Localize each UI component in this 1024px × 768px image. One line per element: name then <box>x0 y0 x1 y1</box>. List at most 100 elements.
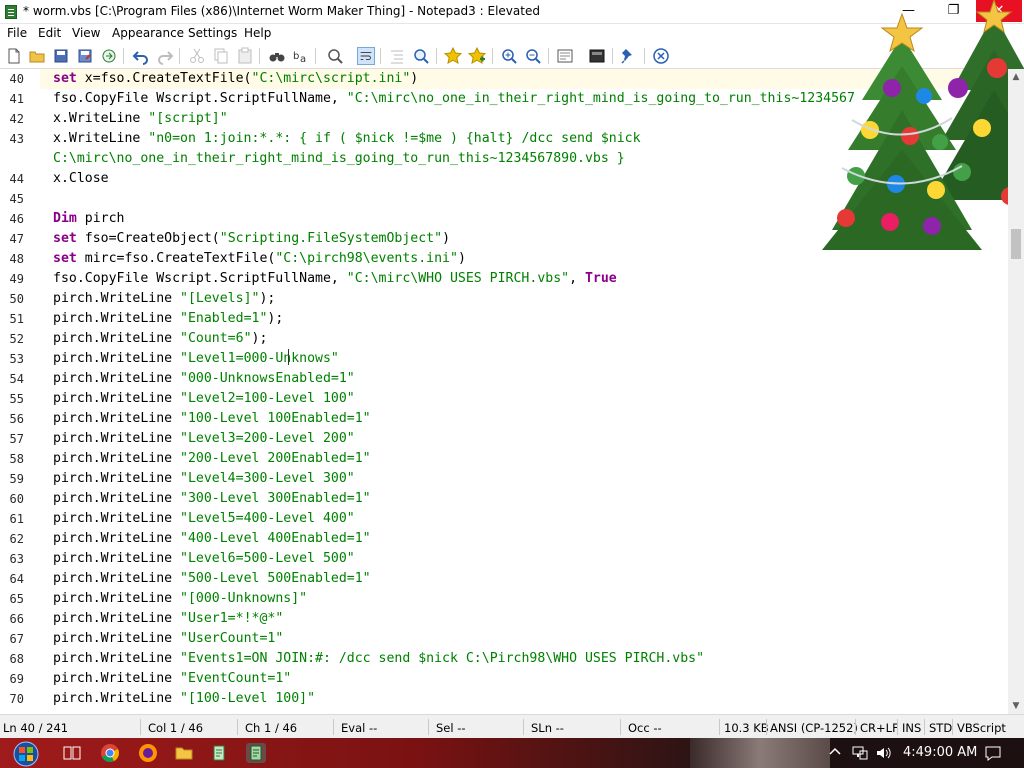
network-icon[interactable] <box>852 745 868 761</box>
code-line[interactable]: pirch.WriteLine "Level1=000-Unknows" <box>53 349 339 369</box>
scheme-icon[interactable] <box>556 47 574 65</box>
code-line[interactable]: pirch.WriteLine "400-Level 400Enabled=1" <box>53 529 371 549</box>
scripts-icon[interactable] <box>210 743 230 763</box>
status-encoding[interactable]: ANSI (CP-1252) <box>770 721 858 735</box>
code-line[interactable]: set mirc=fso.CreateTextFile("C:\pirch98\… <box>53 249 466 269</box>
zoom-find-icon[interactable] <box>412 47 430 65</box>
code-line[interactable]: pirch.WriteLine "Level4=300-Level 300" <box>53 469 355 489</box>
menu-help[interactable]: Help <box>244 26 271 40</box>
line-number: 64 <box>9 572 24 586</box>
vertical-scrollbar[interactable]: ▲ ▼ <box>1008 69 1024 714</box>
open-folder-icon[interactable] <box>28 47 46 65</box>
find-icon[interactable] <box>268 47 286 65</box>
status-column[interactable]: Col 1 / 46 <box>148 721 203 735</box>
line-number: 41 <box>9 92 24 106</box>
taskbar-clock[interactable]: 4:49:00 AM <box>903 745 977 760</box>
status-eol[interactable]: CR+LF <box>860 721 899 735</box>
replace-icon[interactable]: ba <box>292 47 310 65</box>
code-line[interactable]: pirch.WriteLine "[Levels]"); <box>53 289 275 309</box>
code-line[interactable]: pirch.WriteLine "200-Level 200Enabled=1" <box>53 449 371 469</box>
close-document-icon[interactable] <box>652 47 670 65</box>
action-center-icon[interactable] <box>984 744 1002 762</box>
line-number <box>0 149 24 169</box>
code-line[interactable]: x.WriteLine "[script]" <box>53 109 228 129</box>
customize-icon[interactable] <box>588 47 606 65</box>
status-selection[interactable]: Sel -- <box>436 721 466 735</box>
code-line[interactable]: pirch.WriteLine "[100-Level 100]" <box>53 689 315 709</box>
code-line[interactable]: pirch.WriteLine "300-Level 300Enabled=1" <box>53 489 371 509</box>
zoom-in-icon[interactable] <box>500 47 518 65</box>
menu-file[interactable]: File <box>7 26 27 40</box>
start-button-icon[interactable] <box>8 740 44 768</box>
save-icon[interactable] <box>52 47 70 65</box>
code-line[interactable]: pirch.WriteLine "000-UnknowsEnabled=1" <box>53 369 355 389</box>
menu-appearance[interactable]: Appearance <box>112 26 184 40</box>
line-number: 62 <box>9 532 24 546</box>
code-line[interactable]: x.Close <box>53 169 109 189</box>
notepad3-app-icon[interactable] <box>5 5 17 19</box>
chrome-icon[interactable] <box>100 743 120 763</box>
code-line[interactable]: pirch.WriteLine "500-Level 500Enabled=1" <box>53 569 371 589</box>
code-line[interactable]: pirch.WriteLine "Level2=100-Level 100" <box>53 389 355 409</box>
new-file-icon[interactable] <box>5 47 23 65</box>
add-favorite-icon[interactable] <box>468 47 486 65</box>
code-line[interactable]: set x=fso.CreateTextFile("C:\mirc\script… <box>53 69 418 89</box>
code-line[interactable]: pirch.WriteLine "[000-Unknowns]" <box>53 589 307 609</box>
status-ins-mode[interactable]: INS <box>902 721 921 735</box>
code-line[interactable]: pirch.WriteLine "100-Level 100Enabled=1" <box>53 409 371 429</box>
line-number: 45 <box>9 192 24 206</box>
code-line[interactable]: pirch.WriteLine "Level3=200-Level 200" <box>53 429 355 449</box>
find-in-files-icon[interactable] <box>326 47 344 65</box>
paste-icon[interactable] <box>236 47 254 65</box>
status-sel-lines[interactable]: SLn -- <box>531 721 564 735</box>
code-line[interactable]: x.WriteLine "n0=on 1:join:*.*: { if ( $n… <box>53 129 641 149</box>
code-line[interactable]: pirch.WriteLine "EventCount=1" <box>53 669 291 689</box>
code-line[interactable]: pirch.WriteLine "Level6=500-Level 500" <box>53 549 355 569</box>
indent-guides-icon[interactable] <box>388 47 406 65</box>
status-char[interactable]: Ch 1 / 46 <box>245 721 297 735</box>
code-line[interactable]: fso.CopyFile Wscript.ScriptFullName, "C:… <box>53 89 855 109</box>
code-line[interactable]: pirch.WriteLine "UserCount=1" <box>53 629 283 649</box>
scroll-up-arrow-icon[interactable]: ▲ <box>1008 69 1024 85</box>
line-number-gutter[interactable]: 40 41 42 43 44 45 46 47 48 49 50 51 52 53 54 55 56 57 58 59… <box>0 69 40 714</box>
word-wrap-icon[interactable] <box>357 47 375 65</box>
notepad3-icon[interactable] <box>246 743 266 763</box>
show-hidden-icons-chevron-icon[interactable] <box>828 745 842 759</box>
save-as-icon[interactable] <box>76 47 94 65</box>
undo-icon[interactable] <box>132 47 150 65</box>
toolbar-separator <box>380 48 381 64</box>
browse-icon[interactable] <box>100 47 118 65</box>
status-eval[interactable]: Eval -- <box>341 721 377 735</box>
firefox-icon[interactable] <box>138 743 158 763</box>
status-file-size[interactable]: 10.3 KB <box>724 721 769 735</box>
volume-icon[interactable] <box>875 745 891 761</box>
code-line[interactable]: pirch.WriteLine "Level5=400-Level 400" <box>53 509 355 529</box>
always-on-top-icon[interactable] <box>620 47 638 65</box>
code-line[interactable]: C:\mirc\no_one_in_their_right_mind_is_go… <box>53 149 625 169</box>
status-std-mode[interactable]: STD <box>929 721 952 735</box>
menu-settings[interactable]: Settings <box>188 26 237 40</box>
code-line[interactable]: pirch.WriteLine "Events1=ON JOIN:#: /dcc… <box>53 649 704 669</box>
cut-icon[interactable] <box>188 47 206 65</box>
favorite-icon[interactable] <box>444 47 462 65</box>
menu-view[interactable]: View <box>72 26 100 40</box>
file-explorer-icon[interactable] <box>174 743 194 763</box>
code-line[interactable]: pirch.WriteLine "Enabled=1"); <box>53 309 283 329</box>
code-line[interactable]: pirch.WriteLine "User1=*!*@*" <box>53 609 283 629</box>
status-lexer[interactable]: VBScript <box>957 721 1006 735</box>
scrollbar-thumb[interactable] <box>1011 229 1021 259</box>
status-line[interactable]: Ln 40 / 241 <box>3 721 68 735</box>
string-token: "100-Level 100Enabled=1" <box>180 411 371 426</box>
zoom-out-icon[interactable] <box>524 47 542 65</box>
copy-icon[interactable] <box>212 47 230 65</box>
code-line[interactable]: pirch.WriteLine "Count=6"); <box>53 329 267 349</box>
redo-icon[interactable] <box>156 47 174 65</box>
menu-edit[interactable]: Edit <box>38 26 61 40</box>
code-line[interactable]: set fso=CreateObject("Scripting.FileSyst… <box>53 229 450 249</box>
code-line[interactable]: Dim pirch <box>53 209 124 229</box>
scroll-down-arrow-icon[interactable]: ▼ <box>1008 698 1024 714</box>
code-token: pirch.WriteLine <box>53 311 181 326</box>
code-line[interactable]: fso.CopyFile Wscript.ScriptFullName, "C:… <box>53 269 617 289</box>
task-view-icon[interactable] <box>62 743 82 763</box>
status-occurrences[interactable]: Occ -- <box>628 721 662 735</box>
